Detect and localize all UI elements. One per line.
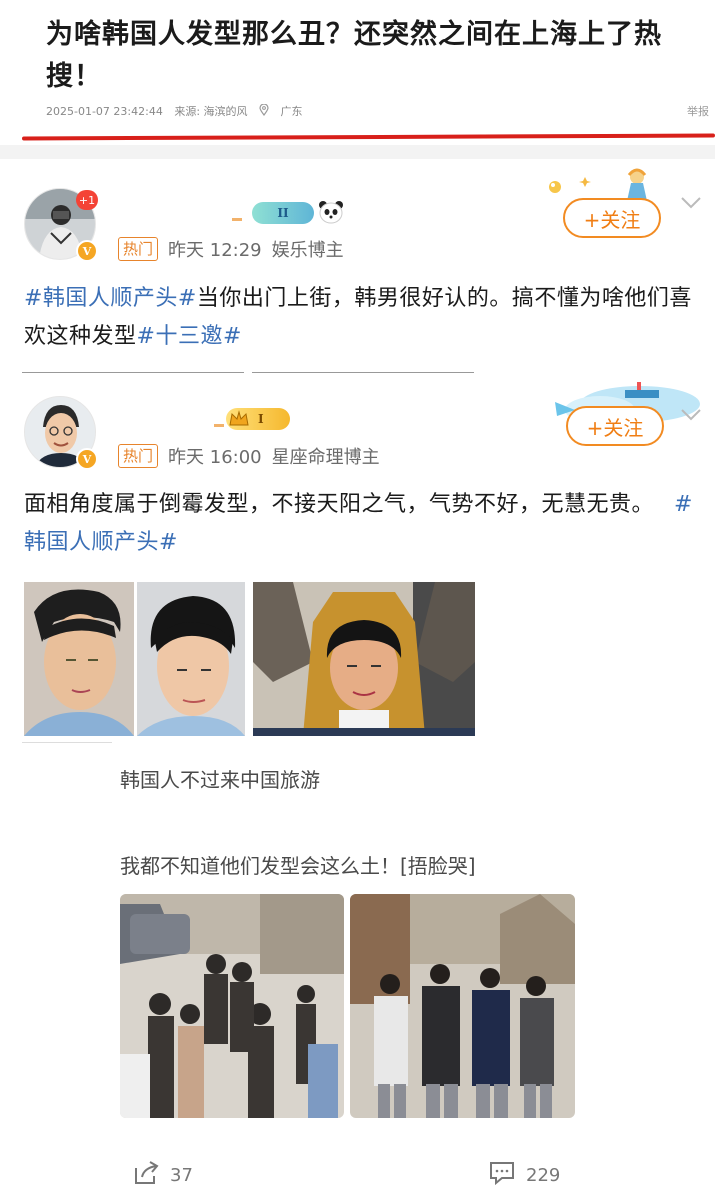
red-underline [21, 133, 715, 141]
article-source[interactable]: 来源: 海滨的风 [174, 105, 247, 118]
author-category: 星座命理博主 [271, 447, 380, 468]
share-count: 37 [170, 1165, 193, 1186]
comment-icon [488, 1160, 516, 1191]
report-link[interactable]: 举报 [687, 103, 709, 119]
username-placeholder [232, 218, 242, 221]
panda-icon [318, 200, 344, 228]
share-icon [132, 1160, 160, 1191]
post-text: 韩国人不过来中国旅游 [120, 768, 320, 792]
section-divider [0, 145, 715, 159]
level-badge-icon: I [226, 408, 290, 430]
post-text: 我都不知道他们发型会这么土！[捂脸哭] [120, 854, 476, 878]
post-info: 热门 昨天 16:00 星座命理博主 [118, 443, 380, 469]
chevron-down-icon[interactable] [680, 406, 702, 427]
verified-badge-icon: V [76, 240, 98, 262]
post-image[interactable] [350, 894, 575, 1118]
hot-tag: 热门 [118, 237, 159, 261]
article-title: 为啥韩国人发型那么丑？还突然之间在上海上了热搜！ [46, 19, 662, 92]
follow-button[interactable]: +关注 [566, 406, 664, 446]
username-placeholder [214, 424, 224, 427]
post-3: 韩国人不过来中国旅游 我都不知道他们发型会这么土！[捂脸哭] 37 229 [0, 742, 715, 1200]
post-image[interactable] [120, 894, 344, 1118]
topic-link[interactable]: #韩国人顺产头# [24, 286, 197, 311]
post-text: #韩国人顺产头#当你出门上街，韩男很好认的。搞不懂为啥他们喜欢这种发型#十三邀# [24, 280, 704, 356]
post-time: 昨天 16:00 [168, 447, 262, 468]
post-2: V I 热门 昨天 16:00 星座命理博主 +关注 面相角度属于倒霉发型，不接… [0, 376, 715, 740]
post-1: V +1 II 热门 昨天 12:29 娱乐博主 +关注 #韩国人顺产头#当你出… [0, 160, 715, 375]
level-badge-icon: II [252, 202, 314, 224]
post-body: 面相角度属于倒霉发型，不接天阳之气，气势不好，无慧无贵。 [24, 492, 655, 517]
article-meta: 2025-01-07 23:42:44 来源: 海滨的风 广东 [46, 103, 311, 119]
location-icon [259, 103, 273, 118]
post-image[interactable] [253, 582, 475, 736]
author-category: 娱乐博主 [271, 240, 344, 261]
post-image[interactable] [24, 582, 134, 736]
post-text: 面相角度属于倒霉发型，不接天阳之气，气势不好，无慧无贵。 #韩国人顺产头# [24, 486, 704, 562]
divider [22, 372, 244, 373]
hot-tag: 热门 [118, 444, 159, 468]
topic-link[interactable]: #十三邀# [137, 324, 242, 349]
share-button[interactable]: 37 [132, 1160, 193, 1191]
chevron-down-icon[interactable] [680, 194, 702, 215]
follow-button[interactable]: +关注 [563, 198, 661, 238]
article-location: 广东 [280, 105, 303, 118]
verified-badge-icon: V [76, 448, 98, 470]
comment-count: 229 [526, 1165, 561, 1186]
divider [22, 742, 112, 743]
post-image[interactable] [137, 582, 245, 736]
post-info: 热门 昨天 12:29 娱乐博主 [118, 236, 344, 262]
post-time: 昨天 12:29 [168, 240, 262, 261]
notification-bubble: +1 [76, 190, 98, 210]
article-datetime: 2025-01-07 23:42:44 [46, 105, 163, 118]
divider [252, 372, 474, 373]
comment-button[interactable]: 229 [488, 1160, 560, 1191]
